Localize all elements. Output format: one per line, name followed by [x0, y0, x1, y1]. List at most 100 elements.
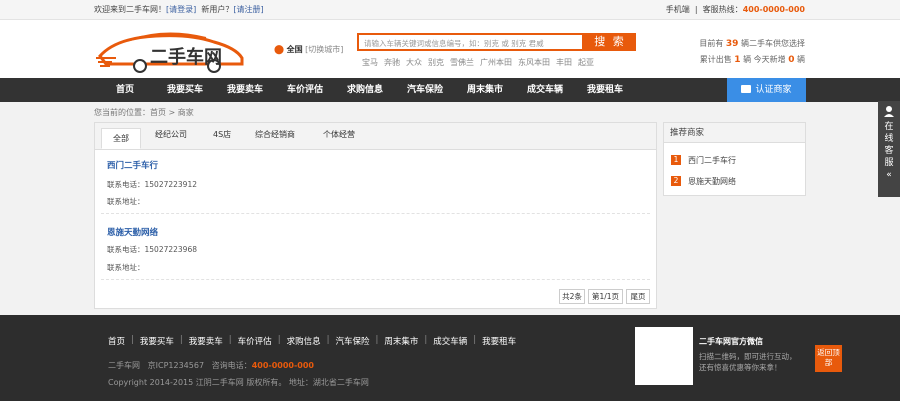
top-bar-left: 欢迎来到二手车网！[请登录] 新用户？[请注册] — [94, 4, 264, 15]
pager-current: 第1/1页 — [588, 289, 623, 304]
hotline-number: 400-0000-000 — [742, 5, 805, 14]
footer-nav-separator: | — [375, 335, 379, 345]
footer-nav-separator: | — [131, 335, 134, 345]
hot-word-link[interactable]: 大众 — [406, 58, 422, 67]
online-service-button[interactable]: 在 线 客 服 « — [878, 101, 900, 197]
footer: 首页 | 我要买车 | 我要卖车 | 车价评估 | 求购信息 | 汽车保险 | 周末集市 | 成交车辆 | 我要… — [0, 315, 900, 401]
dealer-name-link[interactable]: 恩施天勤网络 — [107, 226, 158, 238]
footer-nav-link[interactable]: 我要卖车 — [189, 335, 223, 347]
footer-nav-link[interactable]: 我要租车 — [482, 335, 516, 347]
new-user-text: 新用户？ — [201, 5, 234, 14]
certify-dealer-button[interactable]: 认证商家 — [727, 78, 806, 102]
footer-phone-label: 咨询电话： — [211, 361, 252, 370]
footer-nav-link[interactable]: 我要买车 — [140, 335, 174, 347]
recommended-dealers: 推荐商家 1 西门二手车行 2 恩施天勤网络 — [663, 122, 806, 196]
footer-phone: 400-0000-000 — [251, 361, 314, 370]
hot-word-link[interactable]: 广州本田 — [480, 58, 512, 67]
tab-all[interactable]: 全部 — [101, 128, 141, 149]
footer-nav-separator: | — [179, 335, 183, 345]
footer-nav-link[interactable]: 汽车保险 — [335, 335, 369, 347]
stats-text: 辆二手车供您选择 — [741, 39, 805, 48]
hot-word-link[interactable]: 丰田 — [556, 58, 572, 67]
nav-item[interactable]: 我要卖车 — [215, 78, 275, 102]
nav-item[interactable]: 周末集市 — [455, 78, 515, 102]
rank-badge: 1 — [671, 155, 681, 165]
service-text: 线 — [884, 134, 894, 144]
row-divider — [101, 213, 650, 214]
hot-word-link[interactable]: 别克 — [428, 58, 444, 67]
hot-word-link[interactable]: 宝马 — [362, 58, 378, 67]
footer-nav-link[interactable]: 周末集市 — [384, 335, 418, 347]
hot-word-link[interactable]: 起亚 — [578, 58, 594, 67]
wechat-title: 二手车网官方微信 — [699, 337, 763, 346]
welcome-text: 欢迎来到二手车网！ — [94, 5, 166, 14]
nav-item[interactable]: 车价评估 — [275, 78, 335, 102]
footer-nav-separator: | — [228, 335, 232, 345]
stats-text: 目前有 — [699, 39, 724, 48]
stats-text: 辆 今天新增 — [743, 55, 786, 64]
top-bar: 欢迎来到二手车网！[请登录] 新用户？[请注册] 手机端 | 客服热线：400-… — [0, 0, 900, 20]
footer-nav-link[interactable]: 车价评估 — [238, 335, 272, 347]
dealer-phone: 联系电话：15027223912 — [107, 180, 197, 189]
recommended-dealer-link[interactable]: 西门二手车行 — [688, 155, 736, 166]
footer-copyright: Copyright 2014-2015 江阴二手车网 版权所有。 地址：湖北省二… — [108, 378, 369, 387]
inventory-stats: 目前有 39 辆二手车供您选择 累计出售 1 辆 今天新增 0 辆 — [699, 36, 805, 68]
city-selector[interactable]: ⬤ 全国 [切换城市] — [274, 44, 343, 55]
back-to-top-button[interactable]: 返回顶部 — [815, 345, 842, 372]
rank-badge: 2 — [671, 176, 681, 186]
hot-word-link[interactable]: 雪佛兰 — [450, 58, 474, 67]
service-text: 客 — [884, 146, 894, 156]
nav-item[interactable]: 求购信息 — [335, 78, 395, 102]
tab-broker[interactable]: 经纪公司 — [155, 129, 187, 140]
footer-icp: 京ICP1234567 — [147, 361, 205, 370]
pager-total: 共2条 — [559, 289, 585, 304]
tab-4s-store[interactable]: 4S店 — [213, 129, 231, 140]
nav-item[interactable]: 成交车辆 — [515, 78, 575, 102]
tab-individual[interactable]: 个体经营 — [323, 129, 355, 140]
hot-words: 宝马 奔驰 大众 别克 雪佛兰 广州本田 东风本田 丰田 起亚 — [362, 57, 600, 68]
header: 二手车网 ⬤ 全国 [切换城市] 请输入车辆关键词或信息编号，如：别克 或 别克… — [0, 20, 900, 78]
hot-word-link[interactable]: 奔驰 — [384, 58, 400, 67]
search-button[interactable]: 搜 索 — [584, 33, 636, 51]
collapse-icon: « — [886, 170, 892, 180]
hotline-label: 客服热线： — [702, 5, 743, 14]
pager-last-button[interactable]: 尾页 — [626, 289, 650, 304]
switch-city-link[interactable]: [切换城市] — [305, 45, 343, 54]
top-separator: | — [694, 5, 698, 14]
login-link[interactable]: [请登录] — [166, 5, 196, 14]
footer-nav-link[interactable]: 成交车辆 — [433, 335, 467, 347]
nav-item[interactable]: 我要买车 — [155, 78, 215, 102]
footer-nav-link[interactable]: 求购信息 — [287, 335, 321, 347]
nav-item[interactable]: 汽车保险 — [395, 78, 455, 102]
breadcrumb: 您当前的位置：首页 > 商家 — [94, 108, 194, 117]
certify-label: 认证商家 — [755, 85, 792, 95]
nav-item[interactable]: 我要租车 — [575, 78, 635, 102]
footer-nav-separator: | — [424, 335, 428, 345]
footer-info: 二手车网 京ICP1234567 咨询电话：400-0000-000 — [108, 360, 314, 371]
dealer-name-link[interactable]: 西门二手车行 — [107, 159, 158, 171]
nav-item[interactable]: 首页 — [95, 78, 155, 102]
tab-general-dealer[interactable]: 综合经销商 — [255, 129, 295, 140]
new-today-count: 0 — [788, 55, 795, 65]
search-input[interactable]: 请输入车辆关键词或信息编号，如：别克 或 别克 君威 — [357, 33, 584, 51]
wechat-description: 扫描二维码，即可进行互动，还有惊喜优惠等你来拿！ — [699, 352, 797, 372]
footer-nav-link[interactable]: 首页 — [108, 335, 125, 347]
dealer-list-panel: 全部 经纪公司 4S店 综合经销商 个体经营 西门二手车行 联系电话：15027… — [94, 122, 657, 309]
store-icon — [741, 85, 752, 93]
recommended-dealer-link[interactable]: 恩施天勤网络 — [688, 176, 736, 187]
service-text: 在 — [884, 122, 894, 132]
stats-text: 累计出售 — [699, 55, 732, 64]
main-nav-items: 首页 我要买车 我要卖车 车价评估 求购信息 汽车保险 周末集市 成交车辆 我要租车 — [95, 78, 635, 102]
hot-word-link[interactable]: 东风本田 — [518, 58, 550, 67]
dealer-type-tabs: 全部 经纪公司 4S店 综合经销商 个体经营 — [95, 123, 656, 150]
logo-text: 二手车网 — [150, 46, 222, 68]
stats-text: 辆 — [797, 55, 805, 64]
dealer-address: 联系地址： — [107, 263, 145, 272]
cars-available-count: 39 — [725, 39, 739, 49]
mobile-link[interactable]: 手机端 — [666, 5, 690, 14]
footer-nav-separator: | — [326, 335, 330, 345]
location-pin-icon: ⬤ — [274, 45, 285, 55]
register-link[interactable]: [请注册] — [233, 5, 263, 14]
site-logo[interactable]: 二手车网 — [96, 28, 248, 74]
row-divider — [101, 279, 650, 280]
